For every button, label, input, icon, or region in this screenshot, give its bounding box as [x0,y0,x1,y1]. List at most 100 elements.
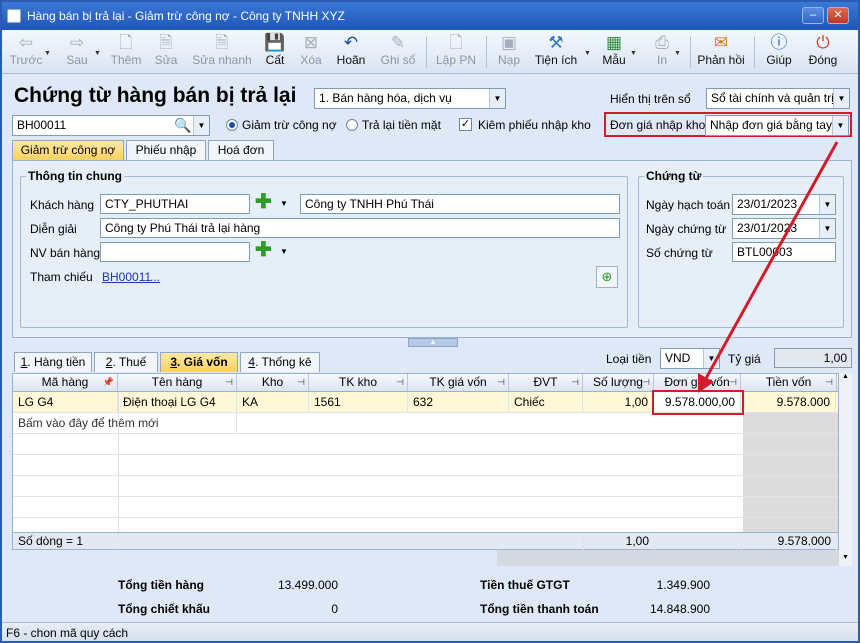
empty-row [13,455,838,476]
scroll-down-icon[interactable]: ▼ [840,554,851,566]
tab-invoice[interactable]: Hoá đơn [208,140,274,160]
add-salesperson-icon[interactable]: ✚ [255,240,272,260]
description-field[interactable]: Công ty Phú Thái trả lại hàng [100,218,620,238]
create-receipt-button[interactable]: 🗋 Lập PN [434,33,478,67]
add-button[interactable]: 🗋 Thêm [108,33,144,67]
customer-name-field[interactable]: Công ty TNHH Phú Thái [300,194,620,214]
pin-icon[interactable]: ⊣ [497,374,505,391]
annotation-arrow [698,141,839,393]
col-header-cost-account[interactable]: TK giá vốn ⊣ [408,374,509,391]
chevron-down-icon[interactable]: ▼ [276,242,292,261]
chevron-down-icon[interactable]: ▼ [584,50,591,57]
search-icon[interactable]: 🔍 [173,116,193,135]
add-row[interactable]: Bấm vào đây để thêm mới [13,413,838,434]
cell-quantity[interactable]: 1,00 [583,392,654,412]
chevron-down-icon[interactable]: ▼ [276,194,292,213]
chevron-down-icon[interactable]: ▼ [674,50,681,57]
col-header-item-name[interactable]: Tên hàng ⊣ [118,374,237,391]
close-button[interactable]: ⏻ Đóng [806,33,840,67]
scroll-up-icon[interactable]: ▲ [840,373,851,385]
close-window-button[interactable]: ✕ [827,7,849,24]
cell-item-code[interactable]: LG G4 [13,392,118,412]
previous-button[interactable]: ⇦ Trước [8,33,44,67]
customer-code-field[interactable]: CTY_PHUTHAI [100,194,250,214]
cell-stock-account[interactable]: 1561 [309,392,408,412]
cell-item-name[interactable]: Điện thoại LG G4 [118,392,237,412]
salesperson-dropdown[interactable]: ▼ [274,242,292,263]
display-book-select[interactable]: Sổ tài chính và quản trị ▼ [706,88,850,109]
reference-doc-input[interactable]: BH00011 🔍 ▼ [12,115,210,136]
col-header-warehouse[interactable]: Kho ⊣ [237,374,309,391]
vertical-scrollbar[interactable]: ▲ ▼ [839,373,852,566]
voucher-type-select[interactable]: 1. Bán hàng hóa, dịch vụ ▼ [314,88,506,109]
quick-edit-button[interactable]: 🗎 Sửa nhanh [192,33,252,67]
minimize-button[interactable]: – [802,7,824,24]
template-button[interactable]: ▦ Mẫu [600,33,628,67]
total-goods-label: Tổng tiền hàng [118,578,204,592]
utilities-button[interactable]: ⚒ Tiện ích [532,33,580,67]
tab-reduce-debt[interactable]: Giảm trừ công nợ [12,140,124,160]
delete-button[interactable]: ⊠ Xóa [296,33,326,67]
chevron-down-icon[interactable]: ▼ [44,50,51,57]
help-icon: ⓘ [770,33,788,52]
col-header-quantity[interactable]: Số lượng ⊣ [583,374,654,391]
customer-dropdown[interactable]: ▼ [274,194,292,215]
pin-icon[interactable]: 📌 [103,374,114,391]
salesperson-field[interactable] [100,242,250,262]
chevron-down-icon[interactable]: ▼ [94,50,101,57]
col-header-item-code[interactable]: Mã hàng 📌 [13,374,118,391]
col-header-stock-account[interactable]: TK kho ⊣ [309,374,408,391]
pin-icon[interactable]: ⊣ [642,374,650,391]
add-reference-icon[interactable]: ⊕ [596,266,618,288]
tab-cost-price[interactable]: 3. Giá vốn [160,352,238,372]
cell-warehouse[interactable]: KA [237,392,309,412]
cash-refund-radio[interactable] [346,119,358,131]
add-row-hint[interactable]: Bấm vào đây để thêm mới [13,413,237,433]
title-bar: Hàng bán bị trả lại - Giảm trừ công nợ -… [2,2,858,30]
warehouse-receipt-checkbox[interactable]: ✓ [459,118,472,131]
reference-link[interactable]: BH00011 [102,270,151,284]
help-button[interactable]: ⓘ Giúp [764,33,794,67]
feedback-button[interactable]: ✉ Phản hồi [696,33,746,67]
toolbar: ⇦ Trước ▼ ⇨ Sau ▼ 🗋 Thêm 🗎 Sửa 🗎 Sửa nhanh 💾 C… [2,30,858,74]
cell-cost-account[interactable]: 632 [408,392,509,412]
tab-statistics[interactable]: 4. Thống kê [240,352,320,372]
tab-receipt[interactable]: Phiếu nhập [126,140,206,160]
pin-icon[interactable]: ⊣ [225,374,233,391]
chevron-down-icon[interactable]: ▼ [193,116,209,135]
save-button[interactable]: 💾 Cất [260,33,290,67]
tab-tax[interactable]: 2. Thuế [94,352,158,372]
chevron-down-icon[interactable]: ▼ [489,89,505,108]
post-ledger-button[interactable]: ✎ Ghi sổ [378,33,418,67]
postpone-button[interactable]: ↶ Hoãn [334,33,368,67]
splitter-handle[interactable]: ▲ [408,338,458,347]
reference-more-link[interactable]: ... [150,270,160,284]
pin-icon[interactable]: ⊣ [297,374,305,391]
add-customer-icon[interactable]: ✚ [255,192,272,212]
chevron-down-icon[interactable]: ▼ [833,89,849,108]
grid-footer: Số dòng = 1 1,00 9.578.000 [12,532,839,553]
total-payment-label: Tổng tiền thanh toán [480,602,599,616]
pin-icon[interactable]: ⊣ [571,374,579,391]
chevron-down-icon[interactable]: ▼ [832,116,848,135]
app-window: Hàng bán bị trả lại - Giảm trừ công nợ -… [0,0,860,643]
cell-unit[interactable]: Chiếc [509,392,583,412]
next-button[interactable]: ⇨ Sau [62,33,92,67]
unit-price-select[interactable]: Nhập đơn giá bằng tay ▼ [705,115,849,136]
new-document-icon: 🗋 [119,33,133,52]
horizontal-scrollbar[interactable] [497,550,839,566]
edit-icon: 🗎 [159,33,173,52]
chevron-down-icon[interactable]: ▼ [630,50,637,57]
display-label: Hiển thị trên sổ [610,92,691,106]
col-header-unit[interactable]: ĐVT ⊣ [509,374,583,391]
reduce-debt-radio[interactable] [226,119,238,131]
edit-button[interactable]: 🗎 Sửa [152,33,180,67]
print-button[interactable]: ⎙ In [650,33,674,67]
feedback-mail-icon: ✉ [713,33,729,52]
pin-icon[interactable]: ⊣ [396,374,404,391]
toolbar-separator [690,36,691,68]
unit-price-label: Đơn giá nhập kho [610,118,706,132]
tab-goods-money[interactable]: 1. Hàng tiền [14,352,92,372]
reload-button[interactable]: ▣ Nạp [494,33,524,67]
tools-icon: ⚒ [548,33,564,52]
